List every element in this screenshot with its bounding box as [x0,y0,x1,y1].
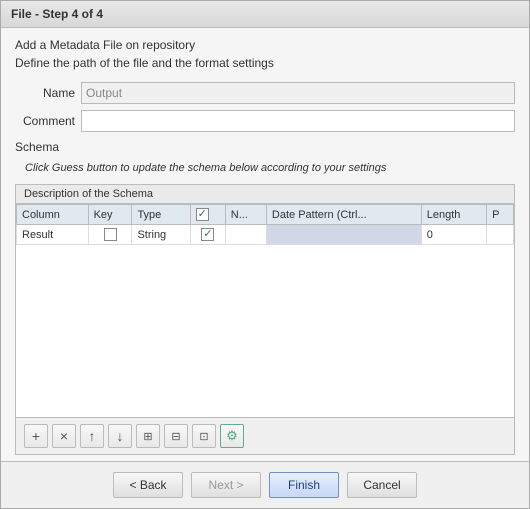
delete-row-button[interactable]: × [52,424,76,448]
add-row-button[interactable]: + [24,424,48,448]
comment-input[interactable] [81,110,515,132]
cell-precision [487,225,514,245]
col-header-type: Type [132,205,190,225]
schema-section: Description of the Schema Column Key Typ… [15,184,515,455]
cell-date-pattern [266,225,421,245]
col-header-precision: P [487,205,514,225]
title-bar: File - Step 4 of 4 [1,1,529,28]
move-down-button[interactable]: ↓ [108,424,132,448]
paste-button[interactable]: ⊟ [164,424,188,448]
duplicate-button[interactable]: ⊡ [192,424,216,448]
col-header-n: N... [225,205,266,225]
cell-type: String [132,225,190,245]
col-header-key: Key [88,205,132,225]
name-input[interactable] [81,82,515,104]
schema-label: Schema [15,140,515,154]
cell-key [88,225,132,245]
nullable-header-checkbox [196,208,209,221]
move-up-button[interactable]: ↑ [80,424,104,448]
back-button[interactable]: < Back [113,472,183,498]
schema-table-wrapper[interactable]: Column Key Type N... Date Pattern (Ctrl.… [16,204,514,417]
finish-button[interactable]: Finish [269,472,339,498]
table-row: Result String 0 [17,225,514,245]
window-title: File - Step 4 of 4 [11,7,103,21]
key-checkbox[interactable] [104,228,117,241]
subtitle-line1: Add a Metadata File on repository [15,36,515,54]
wizard-window: File - Step 4 of 4 Add a Metadata File o… [0,0,530,509]
name-row: Name [15,82,515,104]
guess-hint: Click Guess button to update the schema … [25,162,515,174]
cell-length: 0 [421,225,486,245]
col-header-nullable [190,205,225,225]
table-header-row: Column Key Type N... Date Pattern (Ctrl.… [17,205,514,225]
col-header-date-pattern: Date Pattern (Ctrl... [266,205,421,225]
next-button[interactable]: Next > [191,472,261,498]
nullable-checkbox[interactable] [201,228,214,241]
footer: < Back Next > Finish Cancel [1,461,529,508]
col-header-length: Length [421,205,486,225]
cell-nullable [190,225,225,245]
copy-button[interactable]: ⊞ [136,424,160,448]
col-header-column: Column [17,205,89,225]
schema-table: Column Key Type N... Date Pattern (Ctrl.… [16,204,514,245]
subtitle-line2: Define the path of the file and the form… [15,54,515,72]
schema-title: Description of the Schema [16,185,514,204]
schema-toolbar: + × ↑ ↓ ⊞ ⊟ ⊡ ⚙ [16,417,514,454]
subtitle-section: Add a Metadata File on repository Define… [1,28,529,76]
comment-row: Comment [15,110,515,132]
settings-button[interactable]: ⚙ [220,424,244,448]
content-area: Name Comment Schema Click Guess button t… [1,76,529,461]
cancel-button[interactable]: Cancel [347,472,417,498]
cell-column: Result [17,225,89,245]
name-label: Name [15,86,75,100]
comment-label: Comment [15,114,75,128]
cell-n [225,225,266,245]
